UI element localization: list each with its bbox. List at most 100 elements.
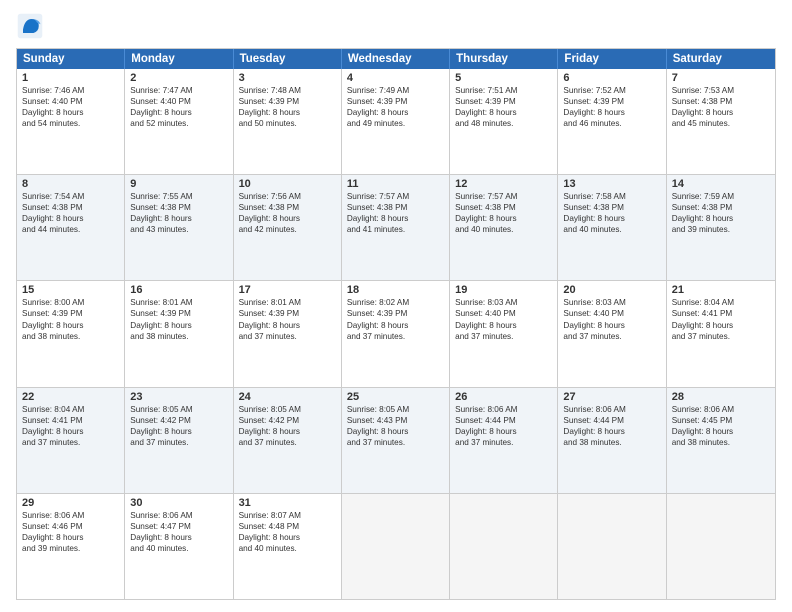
calendar: SundayMondayTuesdayWednesdayThursdayFrid… — [16, 48, 776, 600]
cell-line: Sunset: 4:45 PM — [672, 415, 770, 426]
calendar-cell: 1Sunrise: 7:46 AMSunset: 4:40 PMDaylight… — [17, 69, 125, 174]
calendar-row: 15Sunrise: 8:00 AMSunset: 4:39 PMDayligh… — [17, 280, 775, 386]
calendar-cell: 29Sunrise: 8:06 AMSunset: 4:46 PMDayligh… — [17, 494, 125, 599]
calendar-cell: 25Sunrise: 8:05 AMSunset: 4:43 PMDayligh… — [342, 388, 450, 493]
cell-line: Sunset: 4:43 PM — [347, 415, 444, 426]
cell-line: Sunrise: 8:05 AM — [239, 404, 336, 415]
calendar-cell — [450, 494, 558, 599]
cell-line: Daylight: 8 hours — [130, 532, 227, 543]
day-number: 19 — [455, 284, 552, 296]
cell-line: Daylight: 8 hours — [239, 426, 336, 437]
calendar-cell: 23Sunrise: 8:05 AMSunset: 4:42 PMDayligh… — [125, 388, 233, 493]
cell-line: Sunset: 4:39 PM — [239, 308, 336, 319]
cell-line: Daylight: 8 hours — [672, 107, 770, 118]
cell-line: Sunrise: 7:55 AM — [130, 191, 227, 202]
calendar-header-cell: Saturday — [667, 49, 775, 69]
cell-line: Daylight: 8 hours — [455, 320, 552, 331]
cell-line: Sunset: 4:38 PM — [672, 96, 770, 107]
cell-line: Sunset: 4:38 PM — [563, 202, 660, 213]
day-number: 13 — [563, 178, 660, 190]
cell-line: and 37 minutes. — [455, 437, 552, 448]
cell-line: Sunset: 4:41 PM — [672, 308, 770, 319]
cell-line: and 42 minutes. — [239, 224, 336, 235]
day-number: 16 — [130, 284, 227, 296]
cell-line: Daylight: 8 hours — [22, 320, 119, 331]
cell-line: and 37 minutes. — [672, 331, 770, 342]
day-number: 23 — [130, 391, 227, 403]
cell-line: and 54 minutes. — [22, 118, 119, 129]
calendar-cell: 12Sunrise: 7:57 AMSunset: 4:38 PMDayligh… — [450, 175, 558, 280]
day-number: 1 — [22, 72, 119, 84]
cell-line: Sunrise: 8:06 AM — [22, 510, 119, 521]
cell-line: and 41 minutes. — [347, 224, 444, 235]
cell-line: Sunset: 4:47 PM — [130, 521, 227, 532]
day-number: 7 — [672, 72, 770, 84]
cell-line: Daylight: 8 hours — [22, 107, 119, 118]
cell-line: Sunrise: 8:05 AM — [347, 404, 444, 415]
calendar-cell: 26Sunrise: 8:06 AMSunset: 4:44 PMDayligh… — [450, 388, 558, 493]
day-number: 24 — [239, 391, 336, 403]
calendar-cell: 14Sunrise: 7:59 AMSunset: 4:38 PMDayligh… — [667, 175, 775, 280]
cell-line: and 40 minutes. — [130, 543, 227, 554]
day-number: 4 — [347, 72, 444, 84]
cell-line: Sunrise: 7:59 AM — [672, 191, 770, 202]
cell-line: Sunset: 4:40 PM — [22, 96, 119, 107]
cell-line: and 37 minutes. — [347, 437, 444, 448]
cell-line: Daylight: 8 hours — [22, 532, 119, 543]
calendar-cell — [342, 494, 450, 599]
cell-line: and 40 minutes. — [563, 224, 660, 235]
calendar-cell: 19Sunrise: 8:03 AMSunset: 4:40 PMDayligh… — [450, 281, 558, 386]
calendar-cell: 20Sunrise: 8:03 AMSunset: 4:40 PMDayligh… — [558, 281, 666, 386]
cell-line: and 45 minutes. — [672, 118, 770, 129]
cell-line: Sunset: 4:44 PM — [563, 415, 660, 426]
calendar-cell: 10Sunrise: 7:56 AMSunset: 4:38 PMDayligh… — [234, 175, 342, 280]
cell-line: Daylight: 8 hours — [239, 107, 336, 118]
day-number: 6 — [563, 72, 660, 84]
cell-line: Sunrise: 8:06 AM — [130, 510, 227, 521]
calendar-cell: 9Sunrise: 7:55 AMSunset: 4:38 PMDaylight… — [125, 175, 233, 280]
cell-line: Sunrise: 8:00 AM — [22, 297, 119, 308]
calendar-header: SundayMondayTuesdayWednesdayThursdayFrid… — [17, 49, 775, 69]
day-number: 30 — [130, 497, 227, 509]
cell-line: Daylight: 8 hours — [347, 320, 444, 331]
cell-line: and 46 minutes. — [563, 118, 660, 129]
cell-line: and 37 minutes. — [347, 331, 444, 342]
cell-line: Sunset: 4:40 PM — [130, 96, 227, 107]
day-number: 2 — [130, 72, 227, 84]
calendar-cell: 28Sunrise: 8:06 AMSunset: 4:45 PMDayligh… — [667, 388, 775, 493]
cell-line: Sunrise: 8:01 AM — [130, 297, 227, 308]
cell-line: Sunrise: 8:02 AM — [347, 297, 444, 308]
cell-line: and 43 minutes. — [130, 224, 227, 235]
cell-line: Daylight: 8 hours — [563, 426, 660, 437]
calendar-row: 29Sunrise: 8:06 AMSunset: 4:46 PMDayligh… — [17, 493, 775, 599]
cell-line: and 37 minutes. — [455, 331, 552, 342]
cell-line: and 37 minutes. — [130, 437, 227, 448]
cell-line: and 37 minutes. — [239, 331, 336, 342]
calendar-cell: 31Sunrise: 8:07 AMSunset: 4:48 PMDayligh… — [234, 494, 342, 599]
cell-line: and 50 minutes. — [239, 118, 336, 129]
calendar-row: 22Sunrise: 8:04 AMSunset: 4:41 PMDayligh… — [17, 387, 775, 493]
day-number: 14 — [672, 178, 770, 190]
day-number: 27 — [563, 391, 660, 403]
cell-line: Sunrise: 8:07 AM — [239, 510, 336, 521]
cell-line: Daylight: 8 hours — [130, 426, 227, 437]
cell-line: Sunset: 4:42 PM — [239, 415, 336, 426]
cell-line: Sunset: 4:39 PM — [239, 96, 336, 107]
calendar-cell: 18Sunrise: 8:02 AMSunset: 4:39 PMDayligh… — [342, 281, 450, 386]
cell-line: Sunrise: 8:01 AM — [239, 297, 336, 308]
cell-line: and 39 minutes. — [22, 543, 119, 554]
calendar-cell: 4Sunrise: 7:49 AMSunset: 4:39 PMDaylight… — [342, 69, 450, 174]
day-number: 22 — [22, 391, 119, 403]
cell-line: and 38 minutes. — [130, 331, 227, 342]
cell-line: and 37 minutes. — [563, 331, 660, 342]
cell-line: Sunrise: 8:04 AM — [22, 404, 119, 415]
cell-line: Sunrise: 8:03 AM — [563, 297, 660, 308]
cell-line: Daylight: 8 hours — [130, 213, 227, 224]
cell-line: Daylight: 8 hours — [130, 320, 227, 331]
day-number: 31 — [239, 497, 336, 509]
calendar-cell: 2Sunrise: 7:47 AMSunset: 4:40 PMDaylight… — [125, 69, 233, 174]
cell-line: and 44 minutes. — [22, 224, 119, 235]
cell-line: Sunset: 4:48 PM — [239, 521, 336, 532]
cell-line: Sunrise: 8:06 AM — [563, 404, 660, 415]
day-number: 12 — [455, 178, 552, 190]
